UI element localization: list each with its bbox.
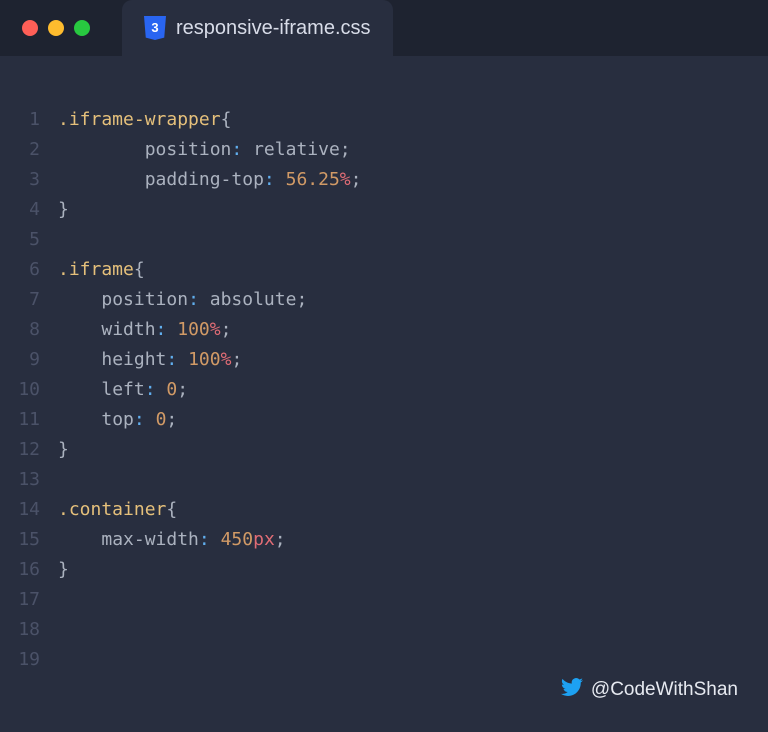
code-content: height: 100%; [58,349,242,370]
css-file-icon [144,16,166,40]
line-number: 17 [0,589,58,610]
code-line: 6.iframe{ [0,254,768,284]
line-number: 15 [0,529,58,550]
code-content: .iframe{ [58,259,145,280]
line-number: 6 [0,259,58,280]
line-number: 3 [0,169,58,190]
line-number: 1 [0,109,58,130]
code-line: 1.iframe-wrapper{ [0,104,768,134]
code-content: } [58,559,69,580]
line-number: 7 [0,289,58,310]
code-content: max-width: 450px; [58,529,286,550]
code-content: position: relative; [58,139,351,160]
code-line: 3 padding-top: 56.25%; [0,164,768,194]
code-content: .iframe-wrapper{ [58,109,231,130]
line-number: 4 [0,199,58,220]
code-line: 17 [0,584,768,614]
line-number: 11 [0,409,58,430]
line-number: 12 [0,439,58,460]
code-line: 19 [0,644,768,674]
maximize-icon[interactable] [74,20,90,36]
code-line: 8 width: 100%; [0,314,768,344]
line-number: 5 [0,229,58,250]
line-number: 18 [0,619,58,640]
traffic-lights [22,20,90,36]
code-line: 12} [0,434,768,464]
attribution: @CodeWithShan [561,676,738,704]
code-line: 14.container{ [0,494,768,524]
code-content: padding-top: 56.25%; [58,169,361,190]
twitter-icon [561,676,583,704]
code-line: 2 position: relative; [0,134,768,164]
line-number: 16 [0,559,58,580]
attribution-handle: @CodeWithShan [591,679,738,701]
code-content: } [58,199,69,220]
code-content: top: 0; [58,409,177,430]
minimize-icon[interactable] [48,20,64,36]
code-content: } [58,439,69,460]
code-line: 5 [0,224,768,254]
close-icon[interactable] [22,20,38,36]
code-line: 9 height: 100%; [0,344,768,374]
code-content: position: absolute; [58,289,307,310]
code-line: 10 left: 0; [0,374,768,404]
titlebar: responsive-iframe.css [0,0,768,56]
line-number: 2 [0,139,58,160]
line-number: 10 [0,379,58,400]
tab-title: responsive-iframe.css [176,17,371,40]
code-line: 13 [0,464,768,494]
code-line: 16} [0,554,768,584]
line-number: 19 [0,649,58,670]
code-content: left: 0; [58,379,188,400]
line-number: 8 [0,319,58,340]
code-lines: 1.iframe-wrapper{2 position: relative;3 … [0,104,768,674]
code-line: 18 [0,614,768,644]
code-line: 4} [0,194,768,224]
code-content: .container{ [58,499,177,520]
line-number: 9 [0,349,58,370]
code-line: 11 top: 0; [0,404,768,434]
code-line: 7 position: absolute; [0,284,768,314]
line-number: 13 [0,469,58,490]
editor[interactable]: 1.iframe-wrapper{2 position: relative;3 … [0,56,768,732]
code-content: width: 100%; [58,319,231,340]
line-number: 14 [0,499,58,520]
tab-file[interactable]: responsive-iframe.css [122,0,393,56]
code-line: 15 max-width: 450px; [0,524,768,554]
